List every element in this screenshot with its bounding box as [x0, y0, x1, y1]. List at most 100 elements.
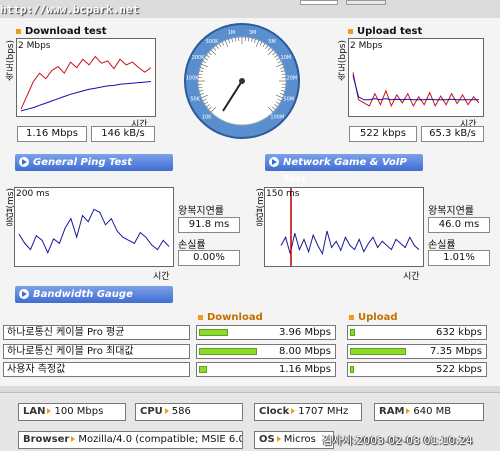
arrow-icon [269, 157, 279, 167]
upload-bar-value: 7.35 Mbps [430, 346, 482, 357]
ping-general-loss-value: 0.00% [178, 250, 240, 266]
ping-general-ymax-label: 200 ms [16, 189, 50, 199]
ping-game-chart-plot [280, 188, 420, 266]
ping-game-ymax-label: 150 ms [266, 189, 300, 199]
ping-game-loss-label: 손실률 [428, 240, 456, 251]
bandwidth-row-label: 하나로통신 케이블 Pro 최대값 [3, 344, 190, 359]
download-bar-fill [199, 366, 207, 373]
ping-general-loss-label: 손실률 [178, 240, 206, 251]
ping-general-x-label: 시간 [153, 272, 170, 282]
browser-value: Mozilla/4.0 (compatible; MSIE 6.0 [78, 434, 243, 445]
bandwidth-download-cell: 1.16 Mbps [196, 362, 336, 377]
ping-game-chart [264, 187, 424, 267]
clock-label: Clock [259, 406, 290, 417]
series-line-0 [280, 230, 420, 256]
upload-speed-kbs: 65.3 kB/s [421, 126, 484, 142]
clock-value: 1707 MHz [298, 406, 349, 417]
lan-info: LAN 100 Mbps [18, 403, 126, 421]
download-bar-fill [199, 329, 228, 336]
speed-gauge: 10K 50K 100K 200K 500K 1M 3M 5M 10M 20M 50M 100M [183, 22, 301, 140]
ping-game-rtt-value: 46.0 ms [428, 217, 490, 233]
download-ymax-label: 2 Mbps [18, 41, 51, 51]
os-label: OS [259, 434, 275, 445]
clock-info: Clock 1707 MHz [254, 403, 362, 421]
gauge-label: 50K [190, 96, 200, 102]
cpu-label: CPU [140, 406, 163, 417]
arrow-icon [291, 408, 296, 414]
bandwidth-row-label: 하나로통신 케이블 Pro 평균 [3, 325, 190, 340]
speed-gauge-dial: 10K 50K 100K 200K 500K 1M 3M 5M 10M 20M 50M 100M [184, 23, 300, 139]
bandwidth-row-label: 사용자 측정값 [3, 362, 190, 377]
download-bar-value: 1.16 Mbps [279, 364, 331, 375]
gauge-label: 500K [206, 39, 220, 45]
general-ping-test-tab[interactable]: General Ping Test [15, 154, 173, 171]
lan-label: LAN [23, 406, 46, 417]
download-bar-fill [199, 348, 257, 355]
arrow-icon [164, 408, 169, 414]
gauge-label: 20M [287, 75, 298, 81]
ram-label: RAM [379, 406, 405, 417]
upload-ymax-label: 2 Mbps [350, 41, 383, 51]
download-bar-value: 8.00 Mbps [279, 346, 331, 357]
bandwidth-download-cell: 3.96 Mbps [196, 325, 336, 340]
gauge-label: 50M [284, 96, 295, 102]
download-speed-mbps: 1.16 Mbps [17, 126, 87, 142]
ping-game-rtt-label: 왕복지연률 [428, 206, 474, 217]
bandwidth-download-header: Download [198, 312, 263, 323]
gauge-label: 5M [268, 39, 276, 45]
arrow-icon [19, 289, 29, 299]
bandwidth-gauge-tab[interactable]: Bandwidth Gauge [15, 286, 173, 303]
series-line-0 [18, 208, 170, 254]
general-ping-test-label: General Ping Test [33, 157, 133, 168]
lan-value: 100 Mbps [54, 406, 104, 417]
upload-bar-value: 522 kbps [436, 364, 482, 375]
ram-value: 640 MB [413, 406, 452, 417]
upload-bar-value: 632 kbps [436, 327, 482, 338]
browser-label: Browser [23, 434, 70, 445]
game-voip-test-tab[interactable]: Network Game & VoIP Test [265, 154, 423, 185]
upload-bar-fill [350, 366, 354, 373]
bandwidth-upload-cell: 632 kbps [347, 325, 487, 340]
download-speed-kbs: 146 kB/s [91, 126, 155, 142]
ram-info: RAM 640 MB [374, 403, 484, 421]
ping-general-chart [14, 187, 174, 267]
cpu-value: 586 [171, 406, 191, 417]
ping-game-x-label: 시간 [403, 272, 420, 282]
ping-general-rtt-value: 91.8 ms [178, 217, 240, 233]
series-line-0 [352, 72, 480, 108]
ping-general-chart-plot [18, 208, 170, 254]
header-button[interactable] [346, 0, 386, 5]
upload-bar-fill [350, 348, 406, 355]
ping-general-rtt-label: 왕복지연률 [178, 206, 224, 217]
upload-speed-kbps: 522 kbps [349, 126, 417, 142]
header-input[interactable] [300, 0, 338, 5]
download-title: Download test [16, 26, 107, 37]
gauge-label: 1M [228, 30, 236, 36]
test-timestamp: 검사시:2003-02-03 01:10:24 [322, 434, 473, 447]
series-line-1 [20, 81, 152, 112]
bandwidth-upload-cell: 522 kbps [347, 362, 487, 377]
download-bar-value: 3.96 Mbps [279, 327, 331, 338]
arrow-icon [276, 436, 281, 442]
gauge-label: 10K [202, 114, 212, 120]
upload-title: Upload test [348, 26, 422, 37]
os-value: Micros [283, 434, 316, 445]
bandwidth-download-cell: 8.00 Mbps [196, 344, 336, 359]
series-line-1 [352, 75, 479, 101]
bandwidth-gauge-label: Bandwidth Gauge [33, 289, 133, 300]
gauge-label: 200K [192, 55, 206, 61]
ping-game-loss-value: 1.01% [428, 250, 490, 266]
gauge-label: 100K [186, 75, 200, 81]
bandwidth-upload-cell: 7.35 Mbps [347, 344, 487, 359]
gauge-label: 10M [281, 55, 292, 61]
url-text: http://www.bcpark.net [0, 3, 140, 16]
browser-info: Browser Mozilla/4.0 (compatible; MSIE 6.0 [18, 431, 243, 449]
cpu-info: CPU 586 [135, 403, 243, 421]
arrow-icon [71, 436, 76, 442]
bandwidth-upload-header: Upload [349, 312, 397, 323]
arrow-icon [406, 408, 411, 414]
arrow-icon [19, 157, 29, 167]
gauge-label: 3M [249, 30, 257, 36]
upload-bar-fill [350, 329, 355, 336]
arrow-icon [47, 408, 52, 414]
